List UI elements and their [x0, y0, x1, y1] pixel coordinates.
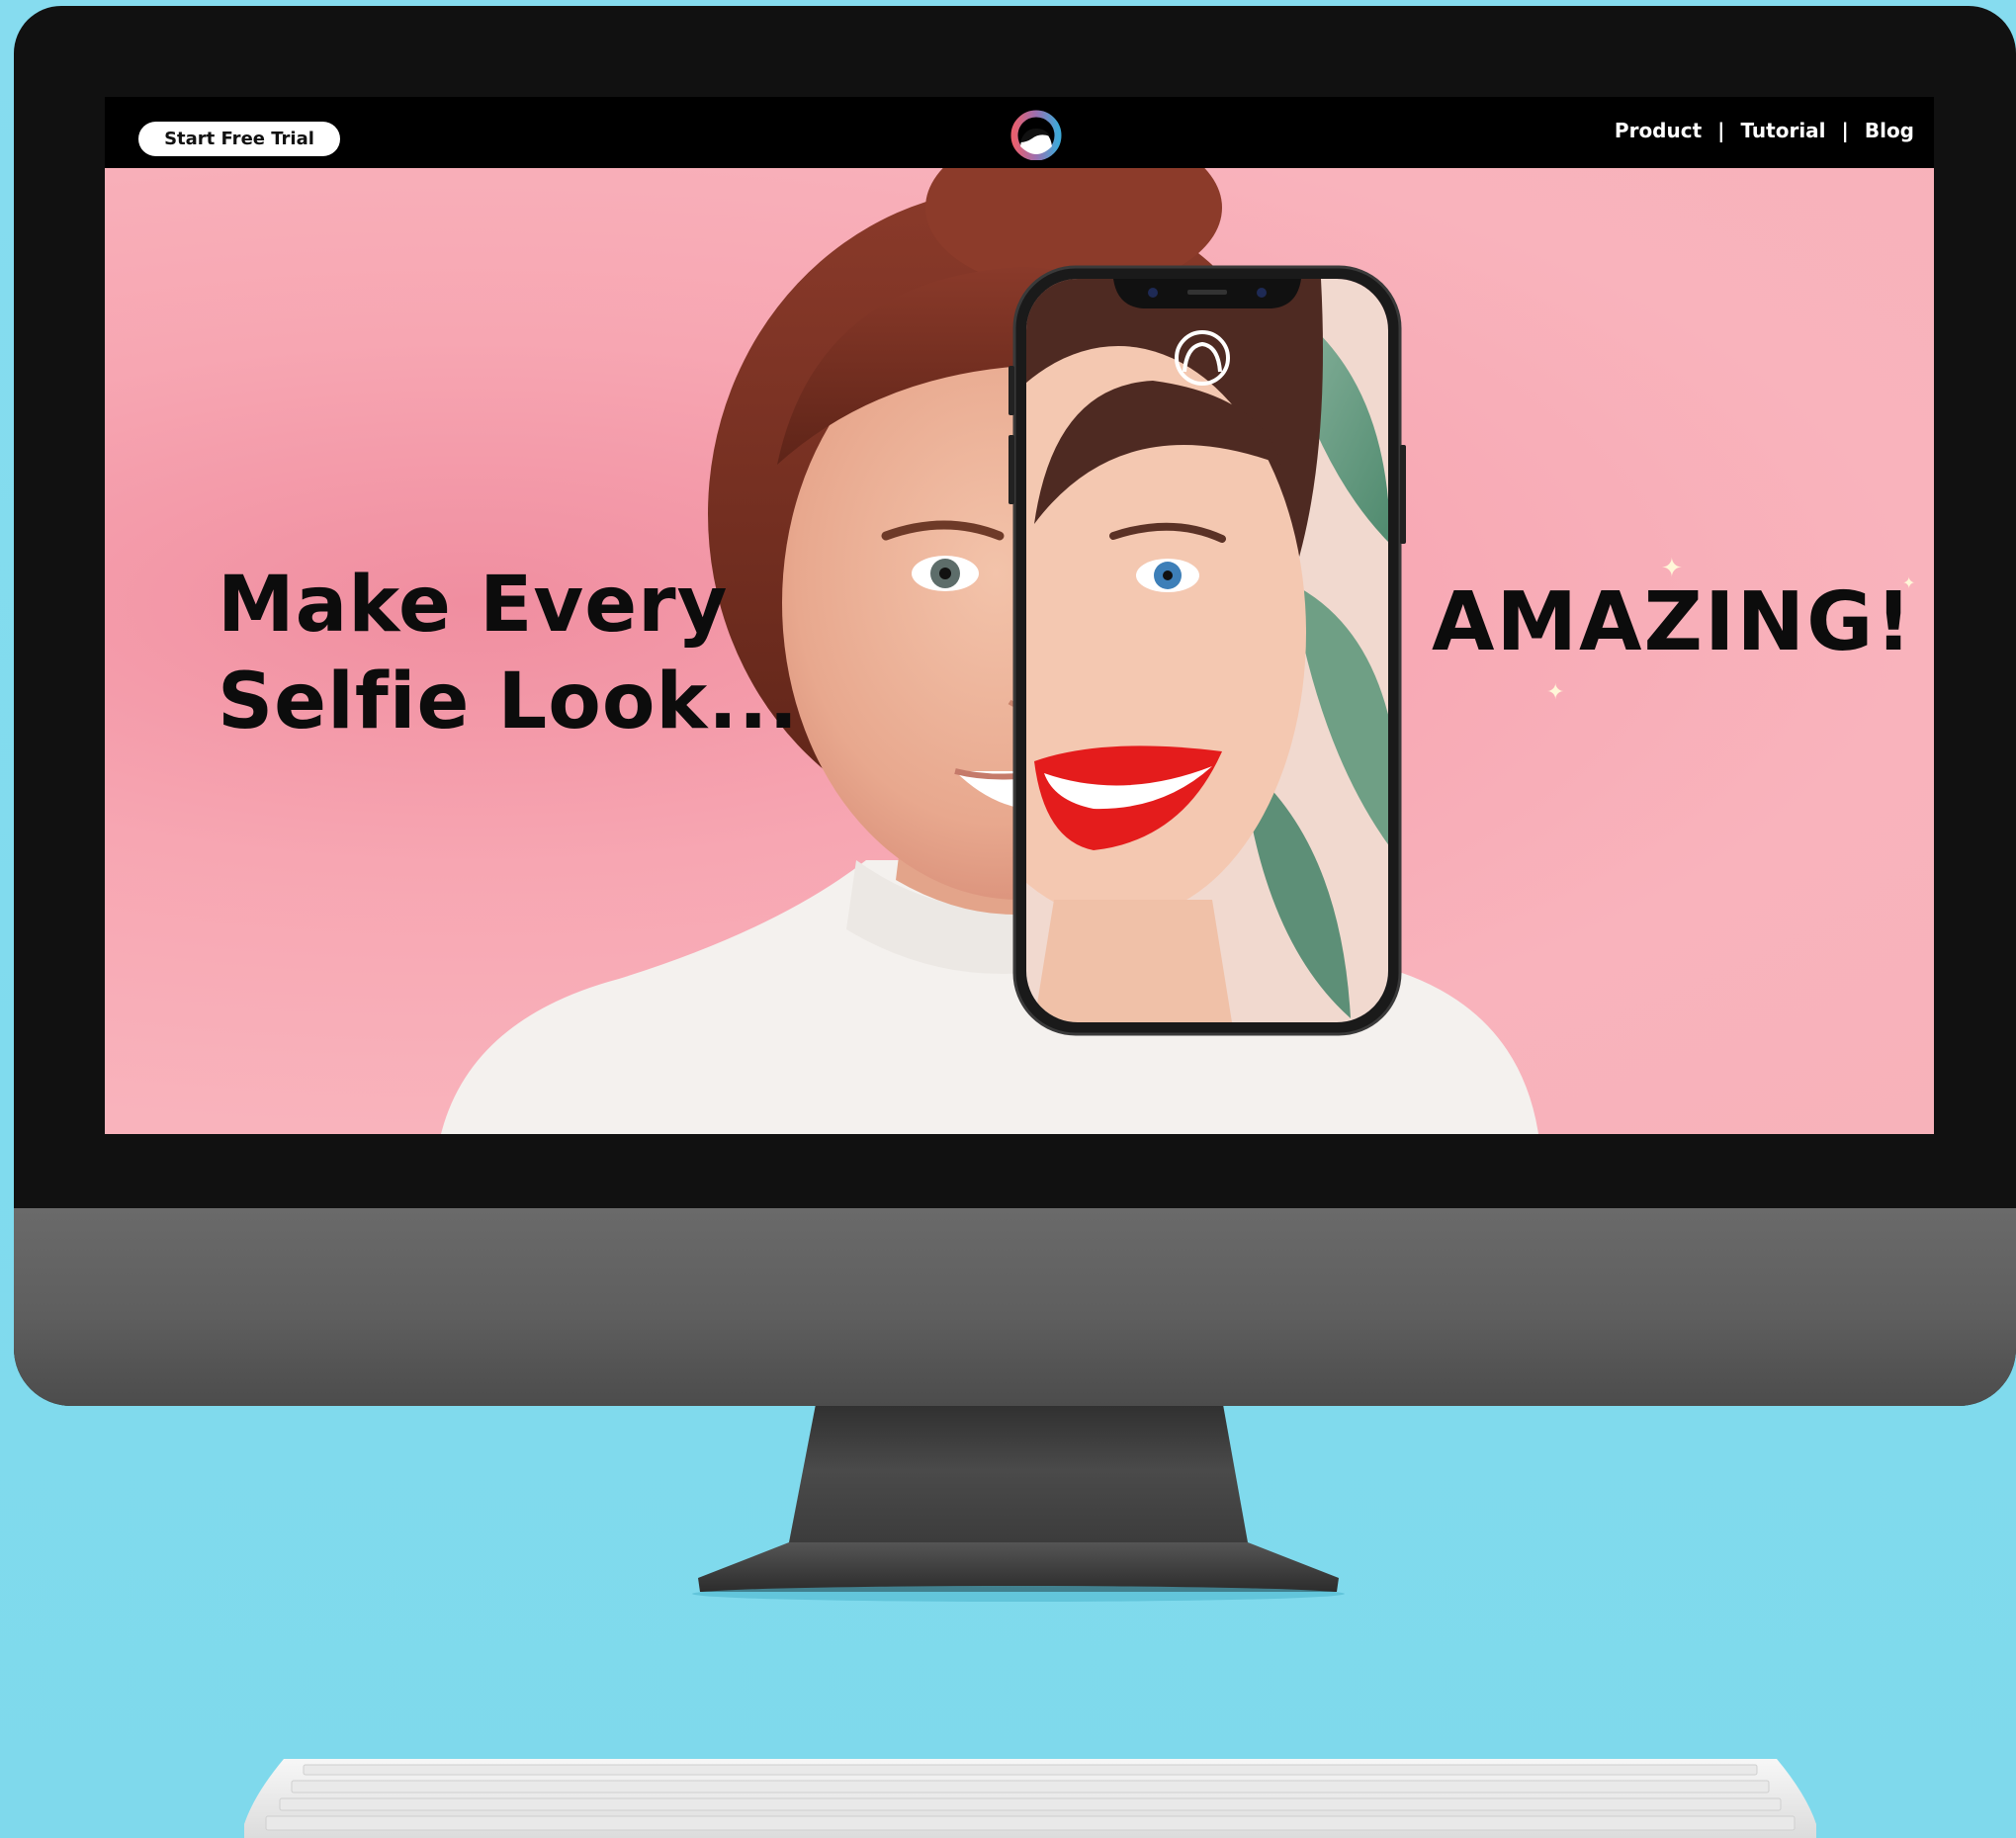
hero-headline: Make Every Selfie Look...: [218, 557, 811, 750]
hero-banner: Make Every Selfie Look... AMAZING! ✦ ✦ ✦: [105, 168, 1934, 1134]
sparkle-icon: ✦: [1546, 680, 1565, 705]
headline-line-2: Selfie Look...: [218, 657, 800, 746]
nav-link-product[interactable]: Product: [1615, 119, 1702, 142]
website-screen: Start Free Trial Product | Tutorial | Bl…: [105, 97, 1934, 1134]
nav-separator: |: [1841, 119, 1849, 142]
face-logo-icon[interactable]: [1007, 109, 1066, 160]
nav-link-tutorial[interactable]: Tutorial: [1740, 119, 1825, 142]
nav-link-blog[interactable]: Blog: [1865, 119, 1914, 142]
monitor: Start Free Trial Product | Tutorial | Bl…: [14, 6, 2016, 1406]
monitor-chin: [14, 1208, 2016, 1406]
nav-separator: |: [1717, 119, 1725, 142]
top-navbar: Start Free Trial Product | Tutorial | Bl…: [105, 97, 1934, 168]
hero-tagline: AMAZING!: [1432, 575, 1914, 669]
headline-line-1: Make Every: [218, 561, 729, 650]
keyboard: [244, 1759, 1816, 1838]
sparkle-icon: ✦: [1902, 573, 1916, 592]
nav-links: Product | Tutorial | Blog: [1615, 119, 1914, 142]
start-free-trial-button[interactable]: Start Free Trial: [138, 122, 340, 156]
sparkle-icon: ✦: [1661, 554, 1683, 583]
